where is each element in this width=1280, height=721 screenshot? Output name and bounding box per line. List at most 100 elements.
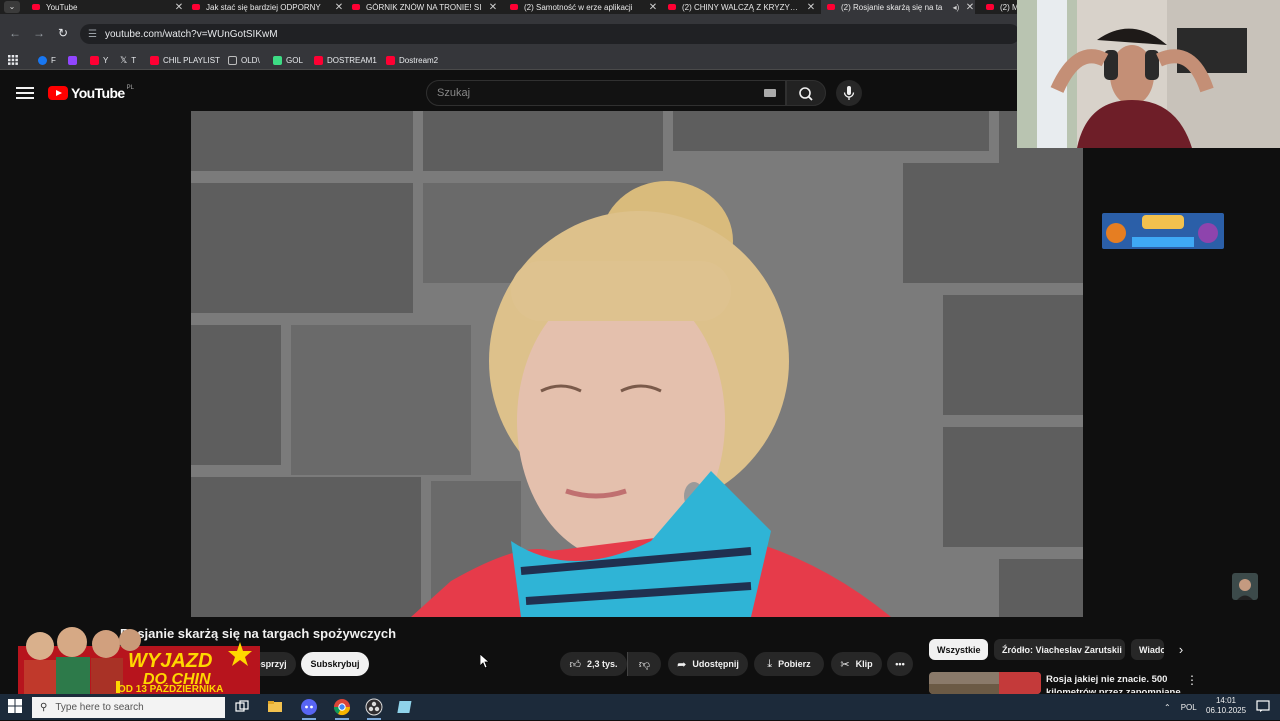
chip-source[interactable]: Źródło: Viacheslav Zarutskii <box>994 639 1125 660</box>
streamer-camera-image <box>1017 0 1280 148</box>
taskbar-clock[interactable]: 14:01 06.10.2025 <box>1206 696 1246 716</box>
chevron-up-icon[interactable]: ⌃ <box>1164 703 1171 712</box>
chrome-icon[interactable] <box>333 698 351 720</box>
close-tab-icon[interactable]: ✕ <box>806 2 816 13</box>
folder-icon <box>228 55 237 65</box>
close-tab-icon[interactable]: ✕ <box>488 2 498 13</box>
facebook-icon <box>38 55 47 65</box>
forward-icon[interactable]: → <box>31 25 47 41</box>
recommendation-title[interactable]: Rosja jakiej nie znacie. 500 kilometrów … <box>1046 673 1181 693</box>
promo-line1: WYJAZD <box>128 650 212 672</box>
notification-icon[interactable] <box>1256 699 1270 713</box>
reload-icon[interactable]: ↻ <box>55 25 71 41</box>
search-button[interactable] <box>786 80 826 106</box>
youtube-favicon-icon <box>352 4 360 10</box>
sidebar-ad-thumbnail[interactable] <box>1102 213 1224 249</box>
download-button[interactable]: ⤓ Pobierz <box>754 652 824 676</box>
clip-button[interactable]: ✂ Klip <box>831 652 882 676</box>
tab-search-button[interactable]: ⌄ <box>4 1 20 13</box>
back-icon[interactable]: ← <box>7 25 23 41</box>
thumbs-up-icon: 👍︎ <box>569 658 581 671</box>
browser-tab[interactable]: GÓRNIK ZNÓW NA TRONIE! SI ✕ <box>346 0 498 14</box>
apps-icon[interactable] <box>8 54 18 66</box>
bookmark-folder[interactable]: OLD\ <box>228 54 260 66</box>
more-vertical-icon[interactable]: ⋮ <box>1186 673 1198 687</box>
browser-tab[interactable]: YouTube ✕ <box>26 0 184 14</box>
url-text: youtube.com/watch?v=WUnGotSIKwM <box>104 28 278 40</box>
file-explorer-icon[interactable] <box>266 698 284 716</box>
browser-tab[interactable]: (2) M <box>980 0 1020 14</box>
stream-promo-banner: WYJAZD DO CHIN OD 13 PAŹDZIERNIKA <box>18 612 260 700</box>
webcam-overlay <box>1017 0 1280 148</box>
site-settings-icon[interactable]: ☰ <box>88 29 97 40</box>
obs-icon[interactable] <box>365 698 383 720</box>
twitch-icon <box>68 55 77 65</box>
taskbar-search-input[interactable]: ⚲ Type here to search <box>32 697 225 718</box>
video-frame <box>191 111 1083 617</box>
youtube-favicon-icon <box>827 4 835 10</box>
youtube-icon <box>386 55 395 65</box>
system-tray: ⌃ POL <box>1164 697 1197 717</box>
search-icon: ⚲ <box>40 702 48 713</box>
download-icon: ⤓ <box>767 657 773 670</box>
task-view-icon[interactable] <box>233 698 251 716</box>
bookmark-dostream2[interactable]: Dostream2 <box>386 54 438 66</box>
clock-date: 06.10.2025 <box>1206 706 1247 715</box>
close-tab-icon[interactable]: ✕ <box>648 2 658 13</box>
browser-tab[interactable]: Jak stać się bardziej ODPORNY ✕ <box>186 0 344 14</box>
subscribe-button[interactable]: Subskrybuj <box>301 652 369 676</box>
youtube-logo[interactable]: YouTube PL <box>48 85 134 101</box>
browser-tab-active[interactable]: (2) Rosjanie skarżą się na ta ◂) ✕ <box>821 0 975 14</box>
bookmark-gol[interactable]: GOL <box>273 54 303 66</box>
keyboard-icon[interactable] <box>764 89 776 97</box>
youtube-play-icon <box>48 86 68 100</box>
app-icon[interactable] <box>397 698 415 716</box>
like-button[interactable]: 👍︎ 2,3 tys. <box>560 652 627 676</box>
scissors-icon: ✂ <box>840 658 850 671</box>
windows-start-icon[interactable] <box>8 699 22 713</box>
bookmark-chil-playlist[interactable]: CHIL PLAYLIST <box>150 54 220 66</box>
dislike-button[interactable]: 👎︎ <box>627 652 661 676</box>
youtube-icon <box>90 55 99 65</box>
close-tab-icon[interactable]: ✕ <box>174 2 184 13</box>
youtube-icon <box>314 55 323 65</box>
video-player[interactable] <box>191 111 1083 617</box>
more-actions-button[interactable]: ••• <box>887 652 913 676</box>
address-bar[interactable]: ☰ youtube.com/watch?v=WUnGotSIKwM <box>80 24 1020 44</box>
youtube-favicon-icon <box>192 4 200 10</box>
avatar[interactable] <box>1232 573 1258 600</box>
clock-time: 14:01 <box>1215 696 1237 705</box>
bookmark-youtube[interactable]: Y <box>90 54 108 66</box>
youtube-favicon-icon <box>32 4 40 10</box>
recommendation-thumbnail[interactable] <box>929 672 1041 694</box>
search-input[interactable]: Szukaj <box>426 80 786 106</box>
more-horizontal-icon: ••• <box>895 659 905 669</box>
bookmark-facebook[interactable]: F <box>38 54 56 66</box>
speaker-icon[interactable]: ◂) <box>951 3 961 12</box>
chevron-right-icon[interactable]: › <box>1172 641 1190 659</box>
browser-tab[interactable]: (2) CHINY WALCZĄ Z KRYZYSEI ✕ <box>662 0 816 14</box>
close-tab-icon[interactable]: ✕ <box>965 2 975 13</box>
chip-news[interactable]: Wiadomości <box>1131 639 1164 660</box>
x-icon: 𝕏 <box>120 54 128 65</box>
grid-icon <box>273 55 282 65</box>
bookmark-dostream1[interactable]: DOSTREAM1 <box>314 54 377 66</box>
language-indicator[interactable]: POL <box>1181 703 1197 712</box>
youtube-favicon-icon <box>668 4 676 10</box>
bookmark-twitch[interactable] <box>68 54 81 66</box>
discord-icon[interactable] <box>300 698 318 720</box>
bookmark-x[interactable]: 𝕏 T <box>120 54 136 66</box>
mouse-cursor <box>479 653 491 669</box>
youtube-favicon-icon <box>986 4 994 10</box>
youtube-favicon-icon <box>510 4 518 10</box>
browser-tab[interactable]: (2) Samotność w erze aplikacji ✕ <box>504 0 658 14</box>
chip-all[interactable]: Wszystkie <box>929 639 988 660</box>
voice-search-button[interactable] <box>836 80 862 106</box>
menu-icon[interactable] <box>16 84 34 100</box>
microphone-icon <box>843 86 855 100</box>
search-icon <box>799 87 813 101</box>
close-tab-icon[interactable]: ✕ <box>334 2 344 13</box>
share-icon: ➦ <box>677 658 687 671</box>
youtube-icon <box>150 55 159 65</box>
share-button[interactable]: ➦ Udostępnij <box>668 652 748 676</box>
